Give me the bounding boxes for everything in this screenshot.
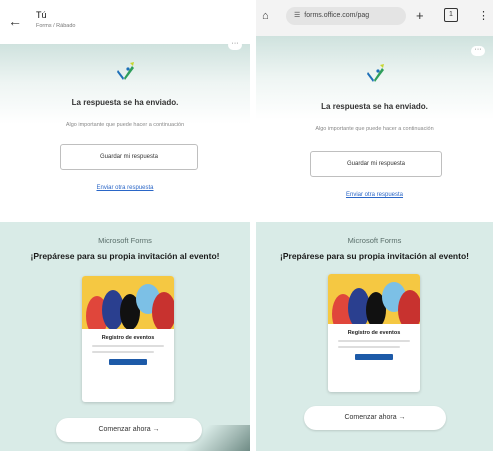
card-button-graphic	[109, 358, 147, 365]
home-icon[interactable]: ⌂	[262, 10, 269, 22]
confirmation-title: La respuesta se ha enviado.	[321, 102, 428, 111]
submit-another-response-link[interactable]: Enviar otra respuesta	[256, 192, 493, 198]
promo-headline: ¡Prepárese para su propia invitación al …	[280, 251, 469, 261]
right-screenshot: ⌂ ☰ forms.office.com/pag + 1 ⋮ ··· La res…	[256, 0, 493, 451]
left-screenshot: ← Tú Forms / Rábado ··· La respuesta se …	[0, 0, 250, 451]
more-options-icon[interactable]: ···	[228, 40, 242, 50]
card-button-graphic	[355, 353, 393, 360]
confirmation-title: La respuesta se ha enviado.	[71, 98, 179, 107]
browser-menu-icon[interactable]: ⋮	[478, 10, 489, 22]
confirmation-subtitle: Algo importante que puede hacer a contin…	[315, 126, 434, 132]
submit-another-response-link[interactable]: Enviar otra respuesta	[0, 185, 250, 191]
start-now-button[interactable]: Comenzar ahora →	[304, 406, 446, 430]
tab-switcher-icon[interactable]: 1	[444, 8, 458, 22]
new-tab-icon[interactable]: +	[416, 9, 424, 22]
start-now-button[interactable]: Comenzar ahora →	[56, 418, 202, 442]
save-response-button[interactable]: Guardar mi respuesta	[60, 144, 198, 170]
promo-brand: Microsoft Forms	[347, 236, 402, 245]
forms-logo-icon	[362, 60, 388, 86]
people-illustration	[328, 274, 420, 324]
confirmation-subtitle: Algo importante que puede hacer a contin…	[65, 122, 185, 128]
card-title: Registro de eventos	[347, 329, 401, 336]
promo-headline: ¡Prepárese para su propia invitación al …	[30, 251, 220, 261]
browser-toolbar: ⌂ ☰ forms.office.com/pag + 1 ⋮	[256, 0, 493, 36]
event-registration-card: Registro de eventos	[328, 274, 420, 392]
address-bar[interactable]: ☰ forms.office.com/pag	[286, 7, 406, 25]
confirmation-section: ··· La respuesta se ha enviado. Algo imp…	[0, 40, 250, 222]
confirmation-section: ··· La respuesta se ha enviado. Algo imp…	[256, 36, 493, 222]
header-subtitle: Forms / Rábado	[36, 23, 76, 29]
people-illustration	[82, 276, 174, 329]
card-title: Registro de eventos	[101, 334, 155, 341]
promo-brand: Microsoft Forms	[98, 236, 152, 245]
save-response-button[interactable]: Guardar mi respuesta	[310, 151, 442, 177]
url-text: forms.office.com/pag	[304, 12, 370, 19]
forms-logo-icon	[112, 58, 138, 84]
event-registration-card: Registro de eventos	[82, 276, 174, 402]
app-header: ← Tú Forms / Rábado	[0, 0, 250, 44]
promo-section: Microsoft Forms ¡Prepárese para su propi…	[0, 222, 250, 451]
site-settings-icon[interactable]: ☰	[294, 12, 300, 19]
promo-section: Microsoft Forms ¡Prepárese para su propi…	[256, 222, 493, 451]
more-options-icon[interactable]: ···	[471, 46, 485, 56]
back-arrow-icon[interactable]: ←	[8, 14, 22, 28]
header-title: Tú	[36, 10, 47, 20]
